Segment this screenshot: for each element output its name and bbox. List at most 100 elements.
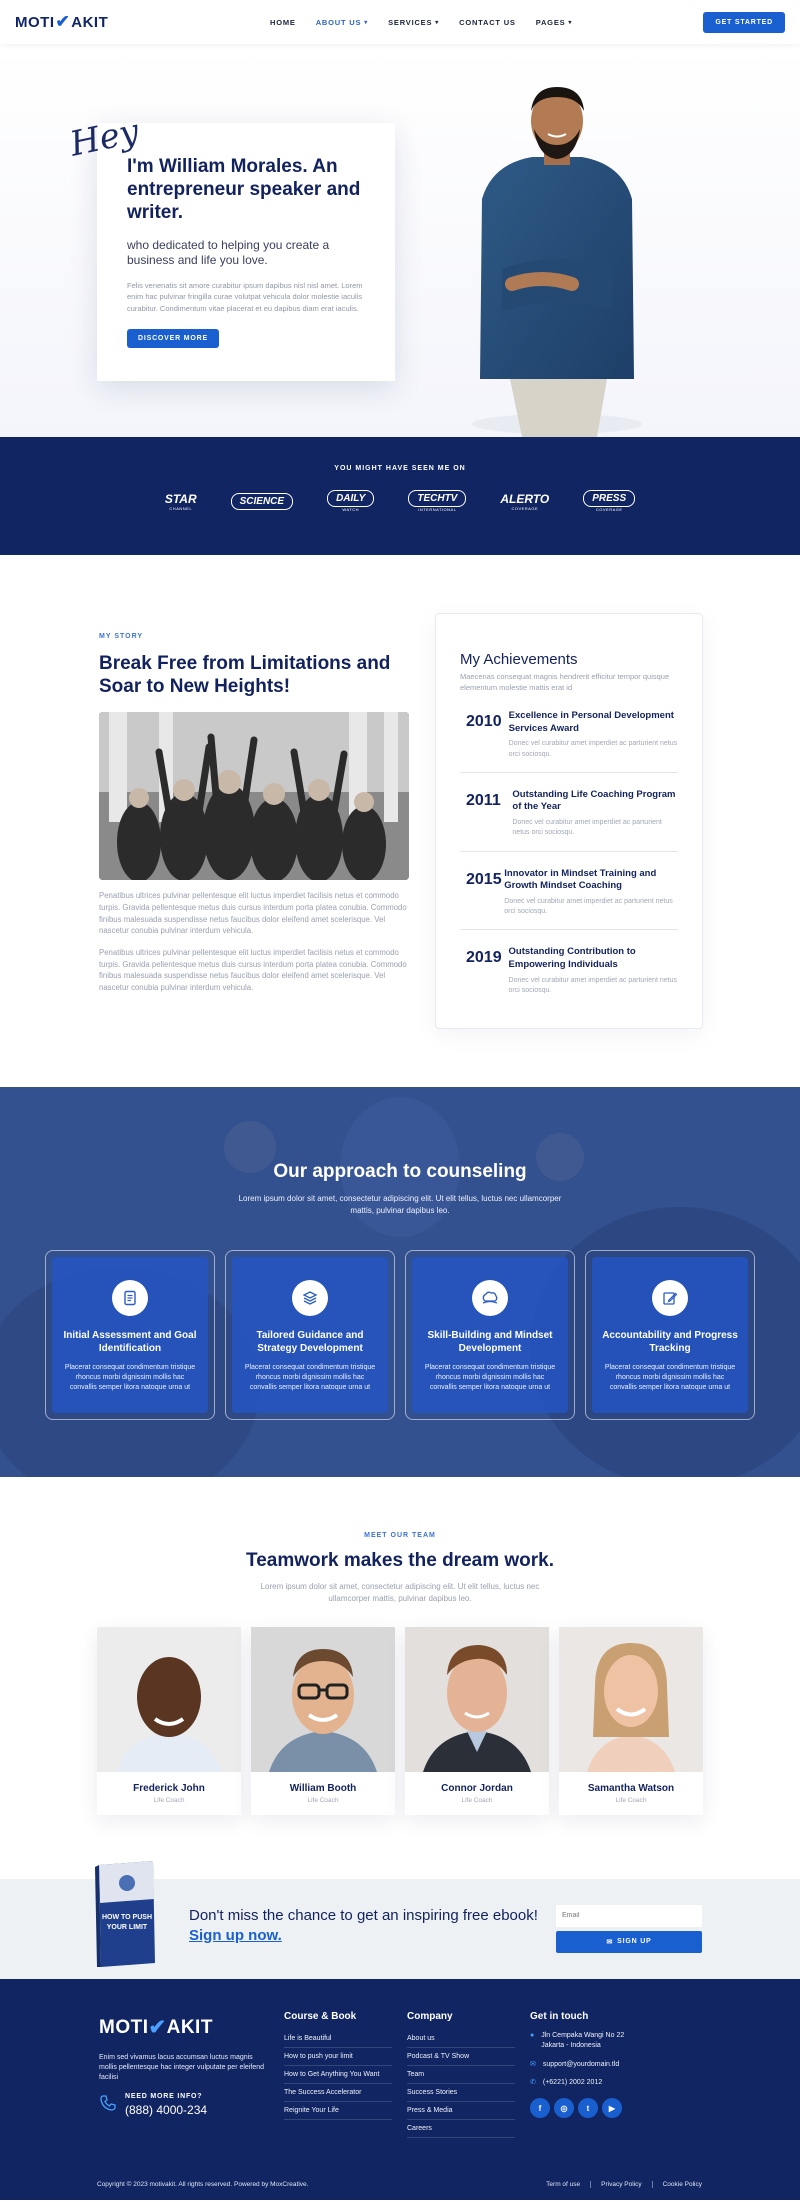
nav-label: HOME <box>270 17 296 27</box>
footer-col-title: Company <box>407 2011 453 2022</box>
media-logo-techtv: TECHTV INTERNATIONAL <box>408 490 467 512</box>
footer-link[interactable]: Team <box>407 2066 515 2084</box>
nav-contact-us[interactable]: CONTACT US <box>459 18 516 27</box>
discover-more-button[interactable]: DISCOVER MORE <box>127 328 219 348</box>
edit-icon <box>652 1280 688 1317</box>
ebook-title-line1: HOW TO PUSH <box>102 1914 152 1921</box>
achievement-name: Excellence in Personal Development Servi… <box>508 709 674 734</box>
member-photo <box>97 1627 241 1773</box>
tel-text: (+6221) 2002 2012 <box>542 2079 603 2087</box>
nav-pages[interactable]: PAGES ▾ <box>536 18 573 27</box>
newsletter-section: HOW TO PUSH YOUR LIMIT Don't miss the ch… <box>0 1861 800 1979</box>
email-field[interactable] <box>556 1904 702 1927</box>
newsletter-form: ✉ SIGN UP <box>556 1904 702 1953</box>
story-paragraph: Penatibus ultrices pulvinar pellentesque… <box>99 891 407 936</box>
brain-icon <box>472 1280 508 1317</box>
instagram-icon[interactable]: ◎ <box>554 2098 574 2119</box>
phone-icon: ✆ <box>530 2079 536 2087</box>
story-section: MY STORY Break Free from Limitations and… <box>0 555 800 1087</box>
chevron-down-icon: ▾ <box>435 19 440 26</box>
approach-card-title: Initial Assessment and Goal Identificati… <box>63 1330 197 1355</box>
check-icon: ✔ <box>148 2016 167 2039</box>
footer-link[interactable]: Podcast & TV Show <box>407 2048 515 2066</box>
footer-col-title: Get in touch <box>530 2011 589 2022</box>
nav-label: CONTACT US <box>459 17 516 27</box>
logo-text-right: AKIT <box>71 13 109 31</box>
footer-about: Enim sed vivamus lacus accumsan luctus m… <box>99 2054 264 2082</box>
member-photo <box>559 1627 703 1773</box>
footer-link[interactable]: Press & Media <box>407 2102 515 2120</box>
story-title: Break Free from Limitations and Soar to … <box>99 653 391 698</box>
approach-card-desc: Placerat consequat condimentum tristique… <box>424 1364 556 1391</box>
ebook-title-line2: YOUR LIMIT <box>107 1924 148 1931</box>
footer-tel[interactable]: ✆ (+6221) 2002 2012 <box>530 2078 641 2088</box>
nav-services[interactable]: SERVICES ▾ <box>388 18 439 27</box>
mail-icon: ✉ <box>606 1938 614 1946</box>
footer-link-list: About us Podcast & TV Show Team Success … <box>407 2030 515 2138</box>
member-role: Life Coach <box>153 1797 185 1805</box>
team-member-card[interactable]: Connor Jordan Life Coach <box>405 1627 549 1816</box>
achievement-item: 2019 Outstanding Contribution to Empower… <box>460 930 678 1008</box>
copyright: Copyright © 2023 motivakit. All rights r… <box>97 2181 309 2188</box>
logo-text-left: MOTI <box>15 13 55 31</box>
team-member-card[interactable]: William Booth Life Coach <box>251 1627 395 1816</box>
media-logo-name: TECHTV <box>408 490 467 507</box>
story-paragraph: Penatibus ultrices pulvinar pellentesque… <box>99 948 407 993</box>
footer-phone-block: NEED MORE INFO? (888) 4000-234 <box>99 2093 269 2117</box>
member-role: Life Coach <box>615 1797 647 1805</box>
twitter-icon[interactable]: t <box>578 2098 598 2119</box>
achievement-year: 2011 <box>466 791 501 809</box>
footer-link[interactable]: How to Get Anything You Want <box>284 2066 392 2084</box>
location-pin-icon: ● <box>530 2032 535 2039</box>
hero-body: Felis venenatis sit amore curabitur ipsu… <box>127 280 363 313</box>
youtube-icon[interactable]: ▶ <box>602 2098 622 2119</box>
page: MOTI ✔ AKIT HOME ABOUT US ▾ SERVICES ▾ CON… <box>0 0 800 2200</box>
get-started-button[interactable]: GET STARTED <box>703 11 785 33</box>
as-seen-title: YOU MIGHT HAVE SEEN ME ON <box>334 465 466 472</box>
achievement-desc: Donec vel curabitur amet imperdiet ac pa… <box>508 740 678 758</box>
footer-col-course-book: Course & Book Life is Beautiful How to p… <box>284 2011 392 2120</box>
newsletter-text: Don't miss the chance to get an inspirin… <box>189 1906 549 1945</box>
address-text: Jln Cempaka Wangi No 22 Jakarta - Indone… <box>541 2032 625 2049</box>
approach-card-desc: Placerat consequat condimentum tristique… <box>244 1364 376 1391</box>
logo[interactable]: MOTI ✔ AKIT <box>15 12 245 32</box>
footer-col-company: Company About us Podcast & TV Show Team … <box>407 2011 515 2138</box>
footer-link[interactable]: The Success Accelerator <box>284 2084 392 2102</box>
approach-card: Initial Assessment and Goal Identificati… <box>45 1250 215 1421</box>
hero-section: Hey I'm William Morales. An entrepreneur… <box>0 44 800 437</box>
footer-col-contact: Get in touch ● Jln Cempaka Wangi No 22 Ja… <box>530 2011 641 2119</box>
footer-link[interactable]: About us <box>407 2030 515 2048</box>
nav-about-us[interactable]: ABOUT US ▾ <box>316 18 368 27</box>
achievement-name: Innovator in Mindset Training and Growth… <box>504 867 657 892</box>
member-role: Life Coach <box>461 1797 493 1805</box>
member-name: Frederick John <box>133 1783 205 1795</box>
team-member-card[interactable]: Samantha Watson Life Coach <box>559 1627 703 1816</box>
hero-portrait <box>472 87 642 437</box>
footer-link[interactable]: Careers <box>407 2120 515 2138</box>
terms-link[interactable]: Term of use <box>546 2181 580 2188</box>
footer-address: ● Jln Cempaka Wangi No 22 Jakarta - Indon… <box>530 2031 641 2051</box>
nav-home[interactable]: HOME <box>270 18 296 27</box>
check-icon: ✔ <box>55 12 71 31</box>
phone-label: NEED MORE INFO? <box>125 2093 203 2101</box>
footer-logo[interactable]: MOTI ✔ AKIT <box>99 2015 269 2040</box>
phone-number[interactable]: (888) 4000-234 <box>125 2103 207 2117</box>
approach-card-body: Tailored Guidance and Strategy Developme… <box>232 1257 388 1414</box>
privacy-link[interactable]: Privacy Policy <box>590 2181 642 2188</box>
approach-subtitle: Lorem ipsum dolor sit amet, consectetur … <box>238 1194 562 1215</box>
approach-cards: Initial Assessment and Goal Identificati… <box>0 1250 800 1421</box>
footer-link[interactable]: Reignite Your Life <box>284 2102 392 2120</box>
cookie-link[interactable]: Cookie Policy <box>651 2181 702 2188</box>
main-nav: HOME ABOUT US ▾ SERVICES ▾ CONTACT US PAGE… <box>270 18 572 27</box>
footer-link[interactable]: How to push your limit <box>284 2048 392 2066</box>
footer-link[interactable]: Life is Beautiful <box>284 2030 392 2048</box>
sign-up-button[interactable]: ✉ SIGN UP <box>556 1930 702 1953</box>
sign-up-link[interactable]: Sign up now. <box>189 1927 282 1944</box>
footer-email[interactable]: ✉ support@yourdomain.tld <box>530 2060 641 2070</box>
member-photo <box>405 1627 549 1773</box>
team-member-card[interactable]: Frederick John Life Coach <box>97 1627 241 1816</box>
footer-link[interactable]: Success Stories <box>407 2084 515 2102</box>
achievement-year: 2015 <box>466 870 502 888</box>
approach-card-body: Accountability and Progress Tracking Pla… <box>592 1257 748 1414</box>
facebook-icon[interactable]: f <box>530 2098 550 2119</box>
